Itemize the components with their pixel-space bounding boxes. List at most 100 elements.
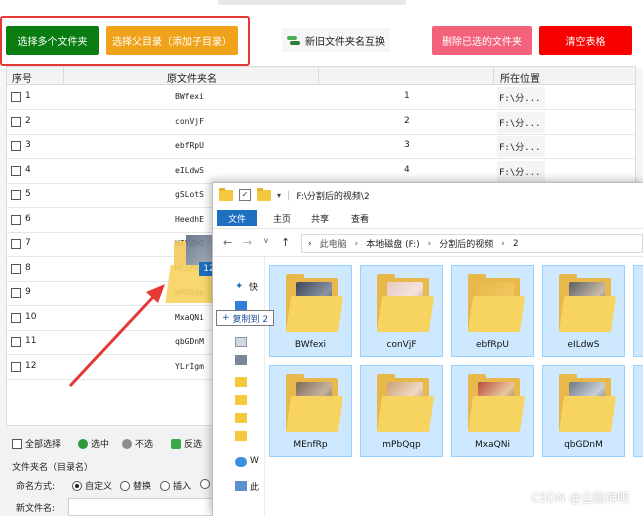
back-arrow-icon[interactable]: ← (223, 236, 232, 249)
folder-tile[interactable] (633, 365, 643, 457)
breadcrumb-item[interactable]: 分割后的视频 (439, 237, 493, 250)
row-checkbox[interactable] (11, 92, 21, 102)
mode-custom-radio[interactable]: 自定义 (72, 479, 112, 492)
column-divider (493, 67, 494, 85)
header-location: 所在位置 (500, 74, 540, 85)
nav-onedrive[interactable]: W (250, 456, 259, 466)
tab-view[interactable]: 查看 (345, 210, 375, 226)
row-location: F:\分... (499, 94, 541, 104)
document-icon[interactable] (235, 337, 247, 347)
app-window: 选择多个文件夹 选择父目录（添加子目录） 新旧文件夹名互换 删除已选的文件夹 清… (0, 0, 643, 516)
breadcrumb-item[interactable]: 本地磁盘 (F:) (366, 237, 419, 250)
navigation-pane: ✦ 快 W 此 (213, 257, 265, 516)
folder-tile[interactable]: MEnfRp (269, 365, 352, 457)
folder-icon[interactable] (235, 395, 247, 405)
row-checkbox[interactable] (11, 190, 21, 200)
row-checkbox[interactable] (11, 288, 21, 298)
select-all-checkbox[interactable]: 全部选择 (12, 437, 61, 450)
mode-insert-label: 插入 (173, 482, 192, 492)
nav-this-pc[interactable]: 此 (250, 480, 259, 493)
swap-icon (287, 35, 301, 45)
table-row[interactable]: 3 ebfRpU 3 F:\分... (7, 135, 635, 159)
computer-icon[interactable] (235, 481, 247, 491)
toolbar: 选择多个文件夹 选择父目录（添加子目录） 新旧文件夹名互换 删除已选的文件夹 清… (0, 0, 643, 68)
deselect-button[interactable]: 不选 (122, 437, 153, 450)
folder-tile[interactable]: mPbQqp (360, 365, 443, 457)
row-checkbox[interactable] (11, 116, 21, 127)
select-button[interactable]: 选中 (78, 437, 109, 450)
breadcrumb-item[interactable]: 2 (513, 239, 519, 249)
select-multiple-folders-button[interactable]: 选择多个文件夹 (6, 26, 99, 55)
row-index: 11 (25, 336, 37, 346)
table-row[interactable]: 1 BWfexi 1 F:\分... (7, 86, 635, 110)
explorer-titlebar: ✓ ▾ | F:\分割后的视频\2 (213, 183, 643, 207)
delete-selected-button[interactable]: 删除已选的文件夹 (432, 26, 532, 55)
row-location: F:\分... (499, 143, 541, 153)
row-checkbox[interactable] (11, 312, 21, 323)
row-checkbox[interactable] (11, 141, 21, 151)
row-checkbox[interactable] (11, 361, 21, 372)
row-checkbox[interactable] (11, 263, 21, 274)
anchor-icon (122, 438, 132, 449)
row-number: 4 (404, 164, 410, 175)
row-checkbox[interactable] (11, 239, 21, 249)
row-folder-name: ebfRpU (175, 141, 204, 150)
row-checkbox[interactable] (11, 214, 21, 225)
row-checkbox[interactable] (11, 165, 21, 176)
new-name-input[interactable] (68, 498, 218, 516)
address-bar[interactable]: › 此电脑 › 本地磁盘 (F:) › 分割后的视频 › 2 (301, 234, 643, 253)
row-location: F:\分... (499, 167, 541, 178)
mode-insert-radio[interactable]: 插入 (160, 479, 191, 492)
image-icon[interactable] (235, 355, 247, 365)
check-icon (78, 438, 88, 449)
folder-tile[interactable] (633, 265, 643, 357)
tab-share[interactable]: 共享 (305, 210, 335, 226)
deselect-label: 不选 (135, 440, 154, 450)
properties-icon[interactable]: ✓ (239, 189, 251, 201)
row-checkbox[interactable] (11, 337, 21, 347)
folder-icon (286, 374, 344, 434)
forward-arrow-icon[interactable]: → (243, 236, 252, 249)
folder-tile[interactable]: MxaQNi (451, 365, 534, 457)
row-index: 6 (25, 213, 31, 224)
nav-quick-access[interactable]: 快 (249, 280, 258, 293)
row-index: 3 (25, 140, 31, 150)
folder-tile[interactable]: conVjF (360, 265, 443, 357)
folder-icon (468, 274, 526, 334)
title-divider: | (287, 189, 291, 201)
up-arrow-icon[interactable]: ↑ (281, 236, 290, 249)
folder-icon[interactable] (235, 431, 247, 441)
folder-tile[interactable]: BWfexi (269, 265, 352, 357)
new-name-label: 新文件名: (16, 504, 56, 514)
table-row[interactable]: 2 conVjF 2 F:\分... (7, 111, 635, 135)
breadcrumb-item[interactable]: 此电脑 (320, 237, 347, 250)
table-header: 序号 原文件夹名 所在位置 (7, 67, 635, 85)
folder-tile[interactable]: ebfRpU (451, 265, 534, 357)
swap-names-button[interactable]: 新旧文件夹名互换 (282, 28, 390, 52)
radio-icon (200, 479, 210, 489)
folder-icon (559, 374, 617, 434)
new-folder-icon[interactable] (257, 187, 271, 201)
folder-icon[interactable] (235, 413, 247, 423)
folder-tile[interactable]: eILdwS (542, 265, 625, 357)
mode-replace-radio[interactable]: 替换 (120, 479, 151, 492)
plus-icon: + (222, 313, 230, 323)
tab-home[interactable]: 主页 (267, 210, 297, 226)
quick-access-dropdown-icon[interactable]: ▾ (277, 191, 281, 200)
invert-button[interactable]: 反选 (171, 437, 202, 450)
column-divider (63, 67, 64, 85)
tab-file[interactable]: 文件 (217, 210, 257, 226)
header-index: 序号 (12, 74, 32, 85)
clear-table-button[interactable]: 清空表格 (539, 26, 632, 55)
table-row[interactable]: 4 eILdwS 4 F:\分... (7, 160, 635, 184)
row-number: 2 (404, 115, 410, 126)
folder-icon[interactable] (235, 377, 247, 387)
mode-replace-label: 替换 (133, 482, 152, 492)
cloud-icon[interactable] (235, 457, 247, 467)
folder-label: conVjF (386, 340, 417, 350)
select-label: 选中 (91, 440, 110, 450)
recent-dropdown-icon[interactable]: ∨ (263, 236, 269, 245)
section-title: 文件夹名（目录名） (12, 463, 94, 473)
select-parent-dir-button[interactable]: 选择父目录（添加子目录） (106, 26, 238, 55)
folder-tile[interactable]: qbGDnM (542, 365, 625, 457)
